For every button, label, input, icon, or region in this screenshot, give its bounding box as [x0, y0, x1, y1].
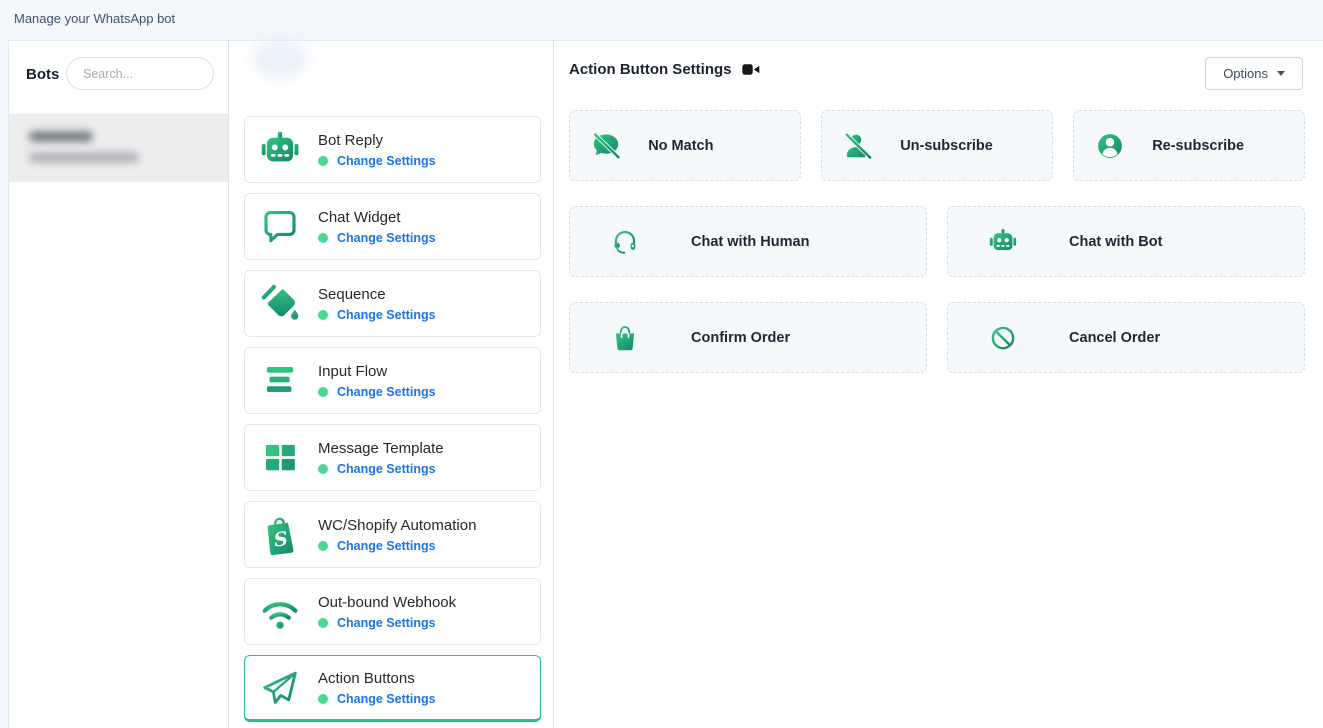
feature-title: Input Flow	[318, 363, 436, 380]
options-label: Options	[1223, 66, 1268, 81]
status-dot	[318, 310, 328, 320]
feature-card-outbound-webhook: Out-bound Webhook Change Settings	[244, 578, 541, 645]
feature-column: Bot Reply Change Settings Chat Widget Ch…	[229, 41, 554, 728]
user-slash-icon	[843, 131, 873, 161]
feature-card-chat-widget: Chat Widget Change Settings	[244, 193, 541, 260]
feature-title: Bot Reply	[318, 132, 436, 149]
status-dot	[318, 618, 328, 628]
top-bar: Manage your WhatsApp bot	[0, 0, 1323, 40]
panel-title: Action Button Settings	[569, 61, 731, 78]
change-settings-link[interactable]: Change Settings	[337, 692, 436, 706]
main-shell: Bots Bot Reply Change Settings	[8, 40, 1323, 728]
shopping-bag-icon	[610, 323, 640, 353]
action-label: Chat with Bot	[1069, 234, 1162, 250]
feature-card-bot-reply: Bot Reply Change Settings	[244, 116, 541, 183]
status-dot	[318, 233, 328, 243]
redacted-bot-phone	[29, 152, 139, 163]
feature-title: Message Template	[318, 440, 444, 457]
feature-title: Out-bound Webhook	[318, 594, 456, 611]
action-card-resubscribe[interactable]: Re-subscribe	[1073, 110, 1305, 181]
feature-card-action-buttons[interactable]: Action Buttons Change Settings	[244, 655, 541, 722]
action-card-chat-with-human[interactable]: Chat with Human	[569, 206, 927, 277]
feature-card-sequence: Sequence Change Settings	[244, 270, 541, 337]
change-settings-link[interactable]: Change Settings	[337, 616, 436, 630]
feature-card-shopify-automation: S WC/Shopify Automation Change Settings	[244, 501, 541, 568]
feature-title: Chat Widget	[318, 209, 436, 226]
wifi-icon	[259, 591, 301, 633]
status-dot	[318, 156, 328, 166]
action-label: Confirm Order	[691, 330, 790, 346]
blurred-avatar	[251, 39, 309, 79]
feature-title: Sequence	[318, 286, 436, 303]
change-settings-link[interactable]: Change Settings	[337, 308, 436, 322]
action-label: Un-subscribe	[900, 138, 993, 154]
action-label: No Match	[648, 138, 713, 154]
status-dot	[318, 464, 328, 474]
user-circle-icon	[1095, 131, 1125, 161]
action-label: Re-subscribe	[1152, 138, 1244, 154]
status-dot	[318, 387, 328, 397]
search-input[interactable]	[66, 57, 214, 90]
status-dot	[318, 541, 328, 551]
action-button-settings-panel: Action Button Settings Options No Match	[554, 41, 1323, 728]
change-settings-link[interactable]: Change Settings	[337, 231, 436, 245]
svg-text:S: S	[273, 527, 290, 552]
bars-icon	[259, 360, 301, 402]
robot-icon	[988, 227, 1018, 257]
change-settings-link[interactable]: Change Settings	[337, 539, 436, 553]
feature-card-input-flow: Input Flow Change Settings	[244, 347, 541, 414]
fill-drip-icon	[259, 283, 301, 325]
redacted-bot-name	[29, 131, 93, 142]
feature-list: Bot Reply Change Settings Chat Widget Ch…	[244, 116, 541, 722]
action-card-cancel-order[interactable]: Cancel Order	[947, 302, 1305, 373]
robot-icon	[259, 129, 301, 171]
feature-card-message-template: Message Template Change Settings	[244, 424, 541, 491]
feature-title: WC/Shopify Automation	[318, 517, 476, 534]
bots-heading: Bots	[26, 66, 59, 83]
comment-slash-icon	[591, 131, 621, 161]
paper-plane-icon	[259, 667, 301, 709]
action-card-unsubscribe[interactable]: Un-subscribe	[821, 110, 1053, 181]
action-label: Chat with Human	[691, 234, 809, 250]
video-camera-icon[interactable]	[742, 63, 760, 76]
action-card-no-match[interactable]: No Match	[569, 110, 801, 181]
options-button[interactable]: Options	[1205, 57, 1303, 90]
action-card-chat-with-bot[interactable]: Chat with Bot	[947, 206, 1305, 277]
bots-sidebar: Bots	[9, 41, 229, 728]
change-settings-link[interactable]: Change Settings	[337, 154, 436, 168]
headset-icon	[610, 227, 640, 257]
ban-icon	[988, 323, 1018, 353]
selected-bot-item[interactable]	[9, 114, 228, 182]
change-settings-link[interactable]: Change Settings	[337, 462, 436, 476]
status-dot	[318, 694, 328, 704]
caret-down-icon	[1277, 71, 1285, 76]
shopify-bag-icon: S	[259, 514, 301, 556]
action-grid: No Match Un-subscribe Re-subscribe	[569, 110, 1305, 398]
feature-title: Action Buttons	[318, 670, 436, 687]
action-card-confirm-order[interactable]: Confirm Order	[569, 302, 927, 373]
change-settings-link[interactable]: Change Settings	[337, 385, 436, 399]
page-title: Manage your WhatsApp bot	[14, 11, 175, 26]
grid-icon	[259, 437, 301, 479]
action-label: Cancel Order	[1069, 330, 1160, 346]
chat-bubble-icon	[259, 206, 301, 248]
